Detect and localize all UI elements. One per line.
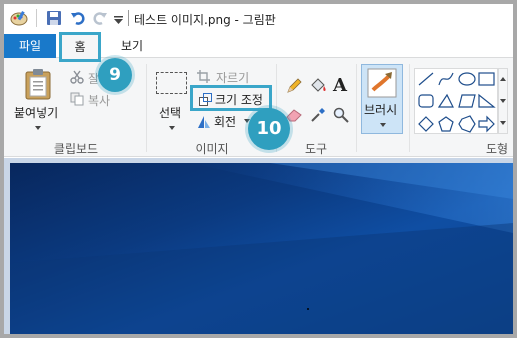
resize-button-highlight: [190, 85, 272, 111]
home-tab-highlight: [59, 32, 101, 62]
scroll-up-icon[interactable]: [500, 77, 506, 81]
magnifier-icon[interactable]: [333, 107, 349, 126]
brush-icon: [367, 68, 397, 101]
image-canvas[interactable]: [10, 163, 513, 334]
paint-app-icon: [10, 10, 28, 29]
brushes-group[interactable]: 브러시: [361, 64, 403, 134]
paste-icon[interactable]: [24, 68, 52, 103]
expand-gallery-icon[interactable]: [500, 121, 506, 125]
clipboard-group-label: 클립보드: [53, 142, 99, 156]
group-separator: [409, 64, 410, 152]
paint-window: 테스트 이미지.png - 그림판 파일 홈 보기 붙여넣기 잘 복사 클립보드…: [4, 4, 513, 334]
rotate-button[interactable]: 회전: [214, 113, 236, 130]
select-icon[interactable]: [156, 72, 187, 94]
window-title: 테스트 이미지.png - 그림판: [134, 13, 276, 27]
scroll-down-icon[interactable]: [500, 99, 506, 103]
tab-file[interactable]: 파일: [4, 34, 56, 58]
crop-button[interactable]: 자르기: [216, 69, 249, 86]
step-badge-9: 9: [98, 58, 132, 92]
copy-icon[interactable]: [70, 92, 84, 109]
step-badge-10: 10: [248, 108, 290, 150]
titlebar-divider: [36, 9, 37, 27]
tab-view[interactable]: 보기: [112, 34, 152, 58]
customize-quick-access-icon[interactable]: [114, 14, 123, 28]
copy-button[interactable]: 복사: [88, 92, 110, 109]
redo-icon[interactable]: [92, 10, 108, 29]
shapes-gallery[interactable]: [414, 68, 498, 134]
crop-icon[interactable]: [197, 70, 210, 86]
save-icon[interactable]: [46, 10, 62, 29]
brushes-button[interactable]: 브러시: [364, 101, 397, 118]
paste-button[interactable]: 붙여넣기: [14, 104, 58, 121]
titlebar-divider: [128, 10, 129, 26]
shapes-group-label: 도형: [486, 142, 509, 156]
image-group-label: 이미지: [195, 142, 229, 156]
window-frame: 테스트 이미지.png - 그림판 파일 홈 보기 붙여넣기 잘 복사 클립보드…: [0, 0, 517, 338]
select-dropdown-caret[interactable]: [169, 126, 175, 130]
pencil-icon[interactable]: [286, 78, 302, 97]
rotate-icon[interactable]: [197, 115, 211, 132]
shapes-gallery-scroll[interactable]: [498, 68, 508, 134]
group-separator: [356, 64, 357, 152]
undo-icon[interactable]: [70, 10, 86, 29]
tools-group-label: 도구: [304, 142, 328, 156]
group-separator: [146, 64, 147, 152]
canvas-wallpaper-image: [10, 163, 513, 334]
paste-dropdown-caret[interactable]: [35, 126, 41, 130]
fill-bucket-icon[interactable]: [309, 77, 327, 98]
text-tool-icon[interactable]: A: [333, 75, 347, 96]
cut-icon[interactable]: [70, 70, 84, 87]
color-picker-icon[interactable]: [310, 107, 326, 126]
brushes-dropdown-caret[interactable]: [380, 123, 386, 127]
select-button[interactable]: 선택: [159, 104, 181, 121]
title-bar: 테스트 이미지.png - 그림판: [4, 4, 513, 34]
canvas-workspace: [4, 158, 513, 334]
